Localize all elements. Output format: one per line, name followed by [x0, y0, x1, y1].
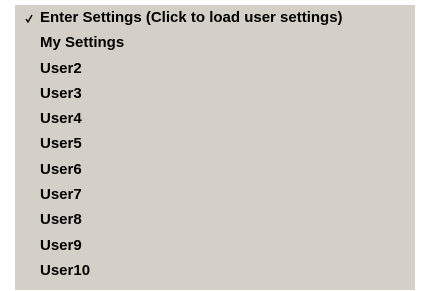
menu-item-label: User3	[40, 84, 82, 102]
menu-item-label: User2	[40, 59, 82, 77]
menu-item-user6[interactable]: User6	[15, 157, 415, 182]
menu-item-user3[interactable]: User3	[15, 81, 415, 106]
menu-item-label: User10	[40, 261, 91, 279]
menu-item-label: Enter Settings (Click to load user setti…	[40, 9, 343, 26]
menu-item-label: My Settings	[40, 34, 125, 52]
menu-item-label: User5	[40, 135, 82, 153]
menu-item-user8[interactable]: User8	[15, 207, 415, 232]
menu-item-enter-settings[interactable]: Enter Settings (Click to load user setti…	[15, 5, 415, 30]
menu-item-user2[interactable]: User2	[15, 56, 415, 81]
menu-item-user5[interactable]: User5	[15, 131, 415, 156]
menu-item-label: User4	[40, 110, 82, 128]
menu-item-user10[interactable]: User10	[15, 258, 415, 283]
menu-item-label: User9	[40, 236, 82, 254]
menu-item-my-settings[interactable]: My Settings	[15, 30, 415, 55]
settings-context-menu: Enter Settings (Click to load user setti…	[15, 5, 415, 290]
checkmark-icon	[25, 5, 37, 30]
menu-item-user4[interactable]: User4	[15, 106, 415, 131]
menu-item-label: User7	[40, 186, 82, 204]
menu-item-user9[interactable]: User9	[15, 233, 415, 258]
menu-item-user7[interactable]: User7	[15, 182, 415, 207]
menu-item-label: User6	[40, 160, 82, 178]
menu-item-label: User8	[40, 211, 82, 229]
